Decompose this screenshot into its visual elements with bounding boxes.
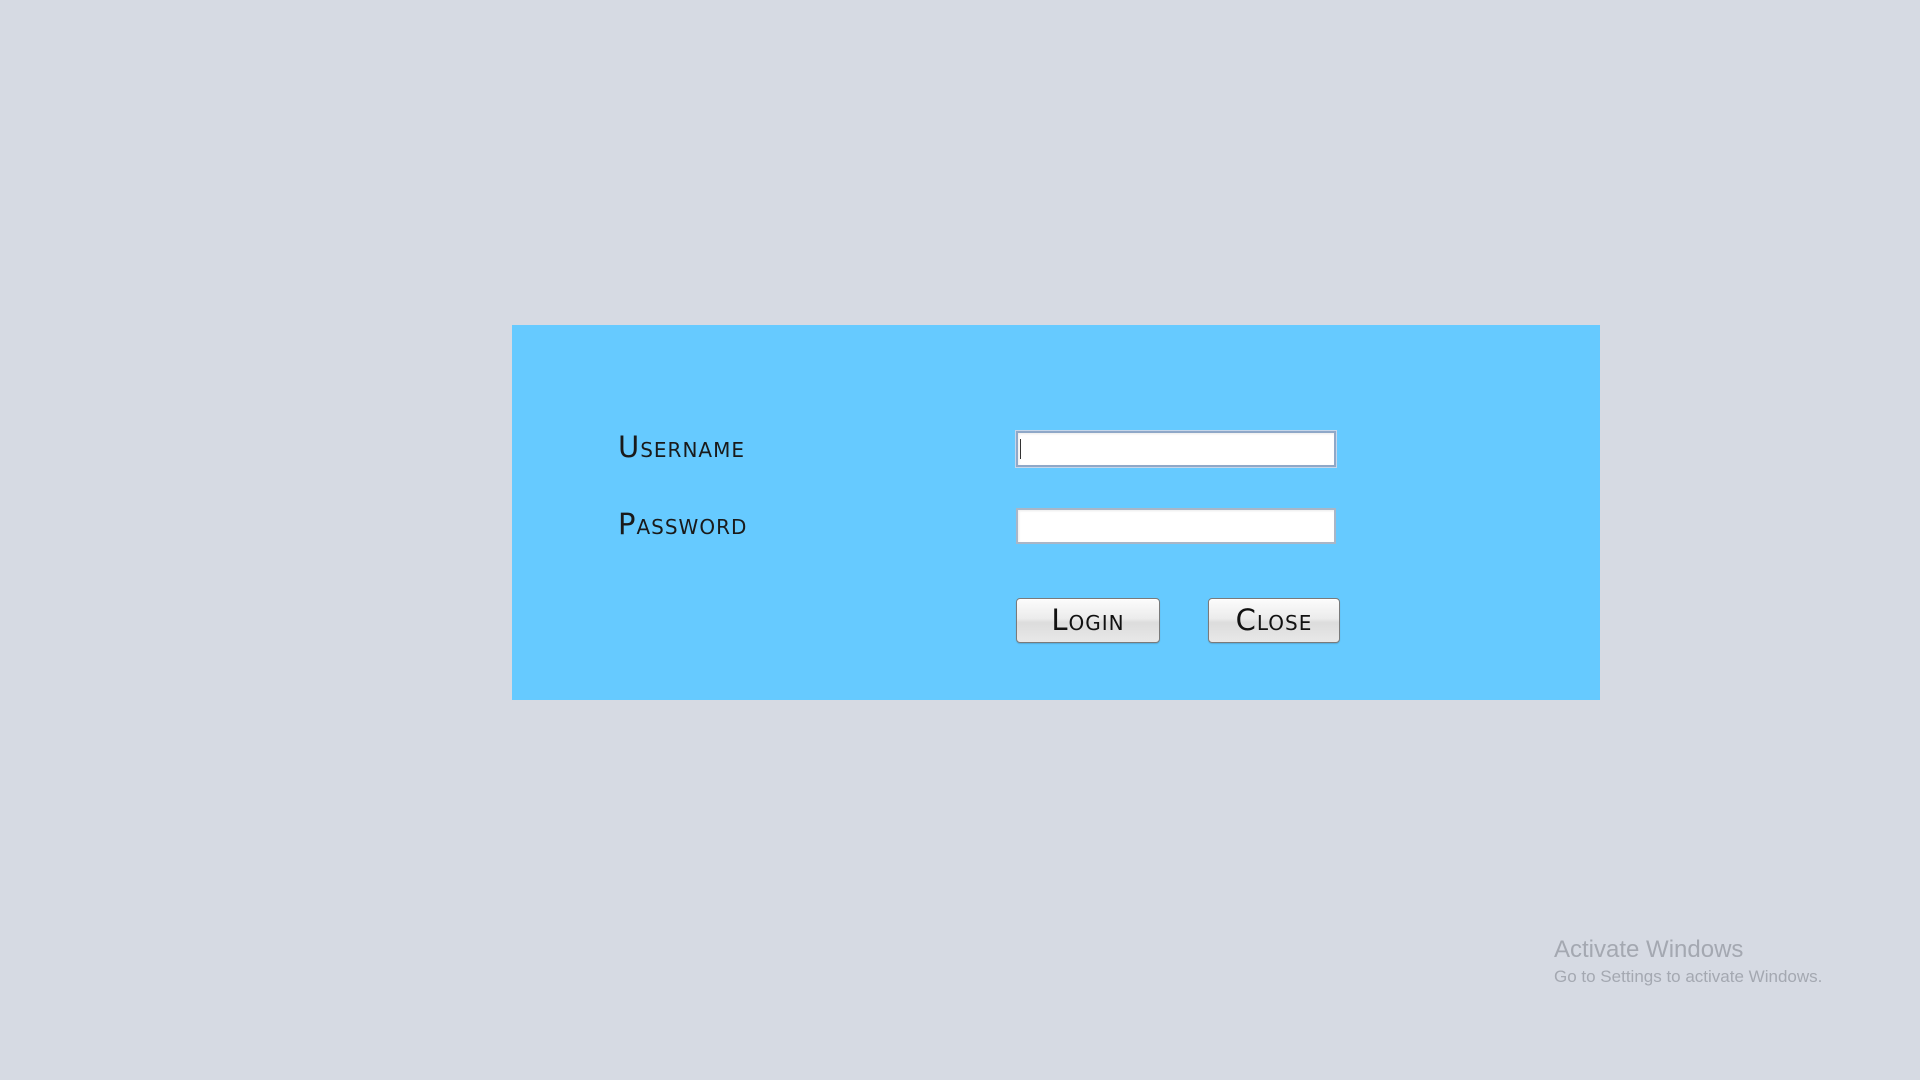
password-input[interactable] (1016, 508, 1336, 544)
login-panel: Username Password Login Close (512, 325, 1600, 700)
username-field-wrapper (1016, 431, 1336, 467)
username-input[interactable] (1016, 431, 1336, 467)
activate-windows-watermark: Activate Windows Go to Settings to activ… (1554, 935, 1822, 989)
text-caret (1020, 439, 1021, 459)
login-button[interactable]: Login (1016, 598, 1160, 643)
watermark-subtitle: Go to Settings to activate Windows. (1554, 967, 1823, 986)
close-button[interactable]: Close (1208, 598, 1340, 643)
password-label: Password (618, 507, 748, 541)
watermark-title: Activate Windows (1554, 936, 1744, 963)
username-label: Username (618, 430, 745, 464)
